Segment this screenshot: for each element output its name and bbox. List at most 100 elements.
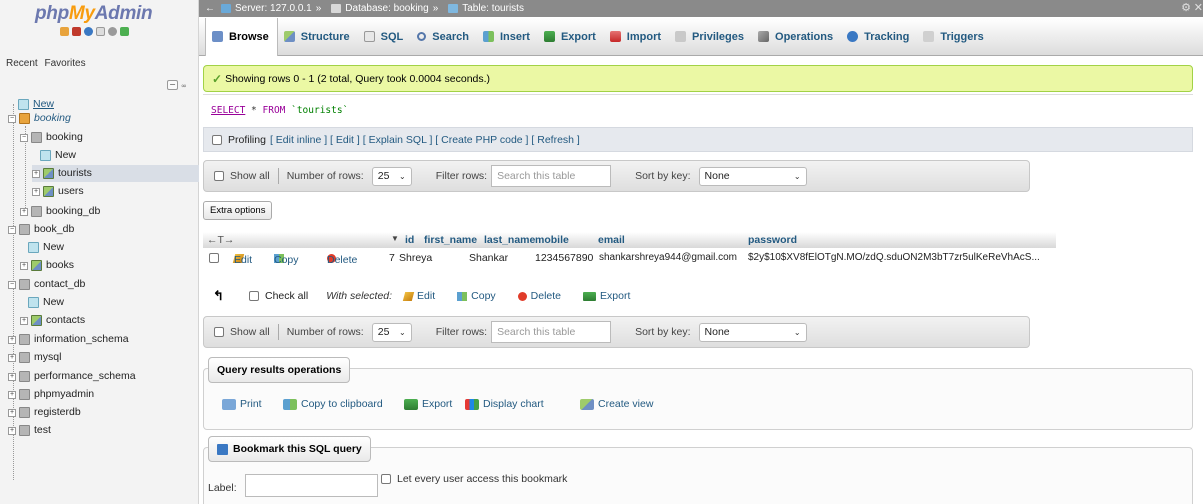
tree-item-information-schema[interactable]: + information_schema	[8, 331, 129, 348]
tree-item-mysql[interactable]: + mysql	[8, 349, 61, 366]
close-icon[interactable]: ✕	[1194, 0, 1203, 17]
export-link[interactable]: Export	[404, 398, 452, 410]
gear-icon[interactable]: ⚙	[1181, 0, 1191, 17]
tree-item-booking-root[interactable]: − booking	[8, 110, 71, 127]
every-user-checkbox[interactable]	[381, 474, 391, 484]
docs-icon[interactable]	[96, 27, 105, 36]
tree-item-phpmyadmin[interactable]: + phpmyadmin	[8, 386, 94, 403]
sort-by-key-select[interactable]: None ⌄	[698, 166, 807, 186]
sql-query-display[interactable]: SELECT * FROM `tourists`	[203, 94, 1193, 126]
bulk-edit-button[interactable]: Edit	[402, 290, 435, 302]
expand-icon[interactable]: +	[8, 353, 16, 362]
tree-item-performance-schema[interactable]: + performance_schema	[8, 368, 136, 385]
tree-item-booking-db[interactable]: + booking_db	[20, 203, 100, 220]
tab-triggers[interactable]: Triggers	[917, 18, 991, 56]
column-header-id[interactable]: id	[405, 234, 414, 246]
tree-item-books[interactable]: + books	[20, 257, 74, 274]
tab-sql[interactable]: SQL	[358, 18, 412, 56]
tab-recent[interactable]: Recent	[6, 58, 38, 69]
tree-item-book-db[interactable]: − book_db	[8, 221, 74, 238]
tab-tracking[interactable]: Tracking	[841, 18, 917, 56]
breadcrumb-table[interactable]: Table: tourists	[462, 0, 524, 17]
filter-rows-input[interactable]: Search this table	[491, 165, 612, 187]
tab-browse[interactable]: Browse	[205, 17, 278, 56]
expand-icon[interactable]: +	[20, 261, 28, 270]
tree-item-registerdb[interactable]: + registerdb	[8, 404, 81, 421]
filter-rows-input[interactable]: Search this table	[491, 321, 612, 343]
expand-icon[interactable]: +	[32, 169, 40, 178]
collapse-icon[interactable]: −	[8, 280, 16, 289]
expand-icon[interactable]: +	[8, 408, 16, 417]
bulk-export-button[interactable]: Export	[583, 290, 630, 302]
collapse-all-button[interactable]: −	[167, 80, 178, 90]
collapse-icon[interactable]: −	[8, 225, 16, 234]
collapse-icon[interactable]: −	[8, 114, 16, 123]
tree-item-booking[interactable]: − booking	[20, 129, 83, 146]
row-checkbox[interactable]	[209, 253, 219, 263]
reload-icon[interactable]	[120, 27, 129, 36]
expand-icon[interactable]: +	[8, 426, 16, 435]
expand-icon[interactable]: +	[20, 316, 28, 325]
tree-item-test[interactable]: + test	[8, 422, 51, 439]
tree-item-contacts[interactable]: + contacts	[20, 312, 85, 329]
bulk-delete-button[interactable]: Delete	[517, 290, 561, 302]
home-icon[interactable]	[60, 27, 69, 36]
settings-icon[interactable]	[108, 27, 117, 36]
collapse-icon[interactable]: −	[20, 133, 28, 142]
tab-search[interactable]: Search	[411, 18, 477, 56]
tab-privileges[interactable]: Privileges	[669, 18, 752, 56]
cell-email[interactable]: shankarshreya944@gmail.com	[599, 252, 737, 263]
column-header-email[interactable]: email	[598, 234, 625, 246]
extra-options-button[interactable]: Extra options	[203, 201, 273, 220]
cell-password[interactable]: $2y$10$XV8fElOTgN.MO/zdQ.sduON2M3bT7zr5u…	[748, 252, 1040, 263]
cell-last-name[interactable]: Shankar	[469, 252, 508, 264]
expand-icon[interactable]: +	[32, 187, 40, 196]
back-arrow-icon[interactable]: ←	[205, 0, 215, 17]
bookmark-every-user-option[interactable]: Let every user access this bookmark	[381, 473, 567, 485]
tree-item-contact-db[interactable]: − contact_db	[8, 276, 85, 293]
profiling-checkbox[interactable]	[212, 134, 222, 145]
copy-to-clipboard-link[interactable]: Copy to clipboard	[283, 398, 383, 410]
link-with-main-icon[interactable]: ∞	[181, 82, 187, 90]
check-all-checkbox[interactable]	[249, 291, 259, 301]
tab-import[interactable]: Import	[604, 18, 669, 56]
help-icon[interactable]	[84, 27, 93, 36]
column-nav-arrows[interactable]: ←T→	[207, 234, 234, 246]
sort-by-key-select[interactable]: None ⌄	[698, 322, 807, 342]
display-chart-link[interactable]: Display chart	[465, 398, 544, 410]
tab-insert[interactable]: Insert	[477, 18, 538, 56]
tab-favorites[interactable]: Favorites	[44, 58, 85, 69]
expand-icon[interactable]: +	[8, 335, 16, 344]
bookmark-label-input[interactable]	[245, 474, 378, 497]
create-view-link[interactable]: Create view	[580, 398, 653, 410]
phpmyadmin-logo[interactable]: phpMyAdmin	[35, 3, 153, 25]
rows-per-page-select[interactable]: 25 ⌄	[371, 166, 412, 186]
column-header-password[interactable]: password	[748, 234, 797, 246]
cell-id[interactable]: 7	[389, 252, 395, 264]
column-header-first-name[interactable]: first_name	[424, 234, 477, 246]
cell-mobile[interactable]: 1234567890	[535, 252, 593, 264]
tree-item-users[interactable]: + users	[32, 183, 84, 200]
tab-export[interactable]: Export	[538, 18, 604, 56]
query-action-links[interactable]: [ Edit inline ] [ Edit ] [ Explain SQL ]…	[270, 134, 580, 146]
show-all-checkbox[interactable]	[214, 171, 224, 181]
rows-per-page-select[interactable]: 25 ⌄	[371, 322, 412, 342]
expand-icon[interactable]: +	[8, 372, 16, 381]
show-all-checkbox[interactable]	[214, 327, 224, 337]
cell-first-name[interactable]: Shreya	[399, 252, 432, 264]
tree-item-contact-db-new[interactable]: New	[28, 294, 64, 311]
expand-icon[interactable]: +	[8, 390, 16, 399]
expand-icon[interactable]: +	[20, 207, 28, 216]
tree-item-booking-new[interactable]: New	[40, 147, 76, 164]
column-header-last-name[interactable]: last_name	[484, 234, 535, 246]
breadcrumb-database[interactable]: Database: booking	[345, 0, 428, 17]
print-link[interactable]: Print	[222, 398, 262, 410]
logout-icon[interactable]	[72, 27, 81, 36]
tree-item-tourists[interactable]: + tourists	[32, 165, 199, 182]
column-header-mobile[interactable]: mobile	[535, 234, 569, 246]
tree-item-book-db-new[interactable]: New	[28, 239, 64, 256]
bulk-copy-button[interactable]: Copy	[457, 290, 496, 302]
breadcrumb-server[interactable]: Server: 127.0.0.1	[235, 0, 312, 17]
tab-structure[interactable]: Structure	[278, 18, 358, 56]
tab-operations[interactable]: Operations	[752, 18, 841, 56]
